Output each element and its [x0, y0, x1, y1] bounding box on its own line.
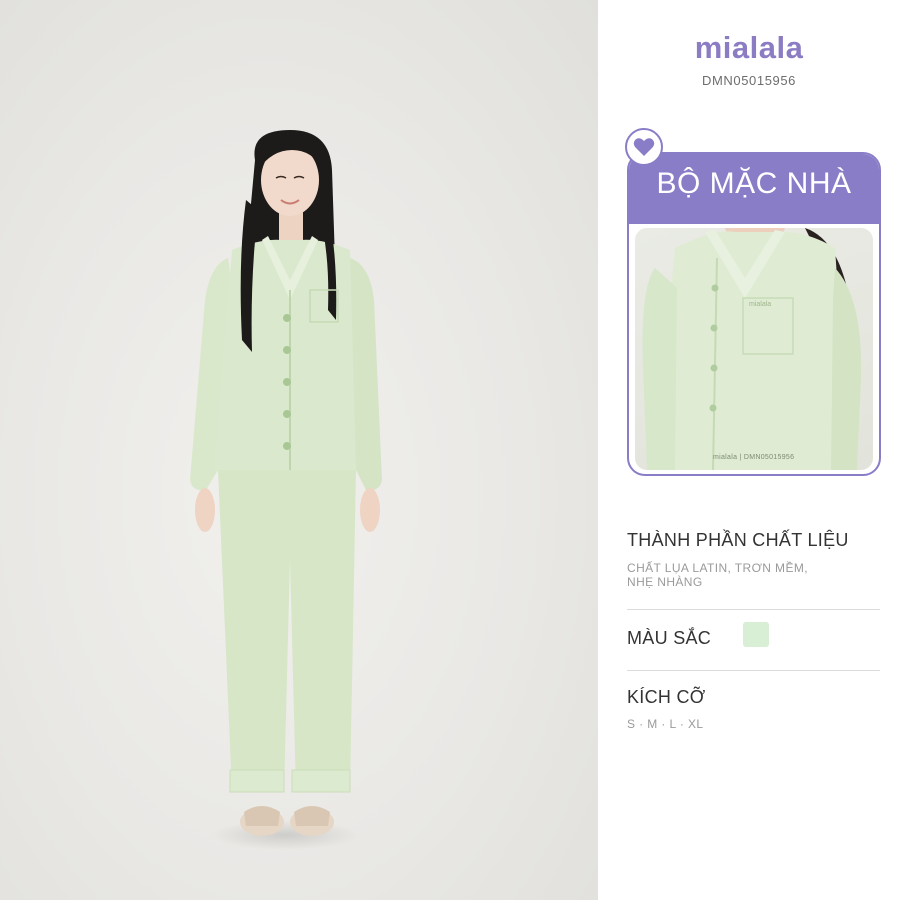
product-info-panel: mialala DMN05015956 BỘ MẶC NHÀ mialala m…: [598, 0, 900, 900]
material-title: THÀNH PHẦN CHẤT LIỆU: [627, 530, 849, 550]
detail-photo: mialala mialala | DMN05015956: [635, 228, 873, 470]
material-line-2: NHẸ NHÀNG: [627, 575, 703, 589]
category-card: BỘ MẶC NHÀ mialala mialala | DMN05015956: [627, 152, 881, 476]
color-title: MÀU SẮC: [627, 628, 712, 648]
size-title: KÍCH CỠ: [627, 687, 706, 707]
brand-logo: mialala: [694, 30, 804, 65]
material-line-1: CHẤT LỤA LATIN, TRƠN MỀM,: [627, 561, 808, 575]
divider: [627, 670, 880, 671]
card-title: BỘ MẶC NHÀ: [656, 167, 852, 200]
product-sku: DMN05015956: [701, 73, 797, 88]
heart-badge: [625, 128, 663, 166]
color-swatch-mint: [743, 622, 769, 647]
shirt-detail-illustration: mialala: [642, 228, 862, 470]
card-header: BỘ MẶC NHÀ: [629, 154, 879, 224]
divider: [627, 609, 880, 610]
photo-caption: mialala | DMN05015956: [713, 454, 795, 461]
product-photo: [0, 0, 598, 900]
svg-text:mialala: mialala: [749, 301, 771, 308]
model-illustration: [190, 130, 382, 836]
heart-icon: [633, 138, 655, 156]
size-list: S · M · L · XL: [627, 717, 704, 731]
